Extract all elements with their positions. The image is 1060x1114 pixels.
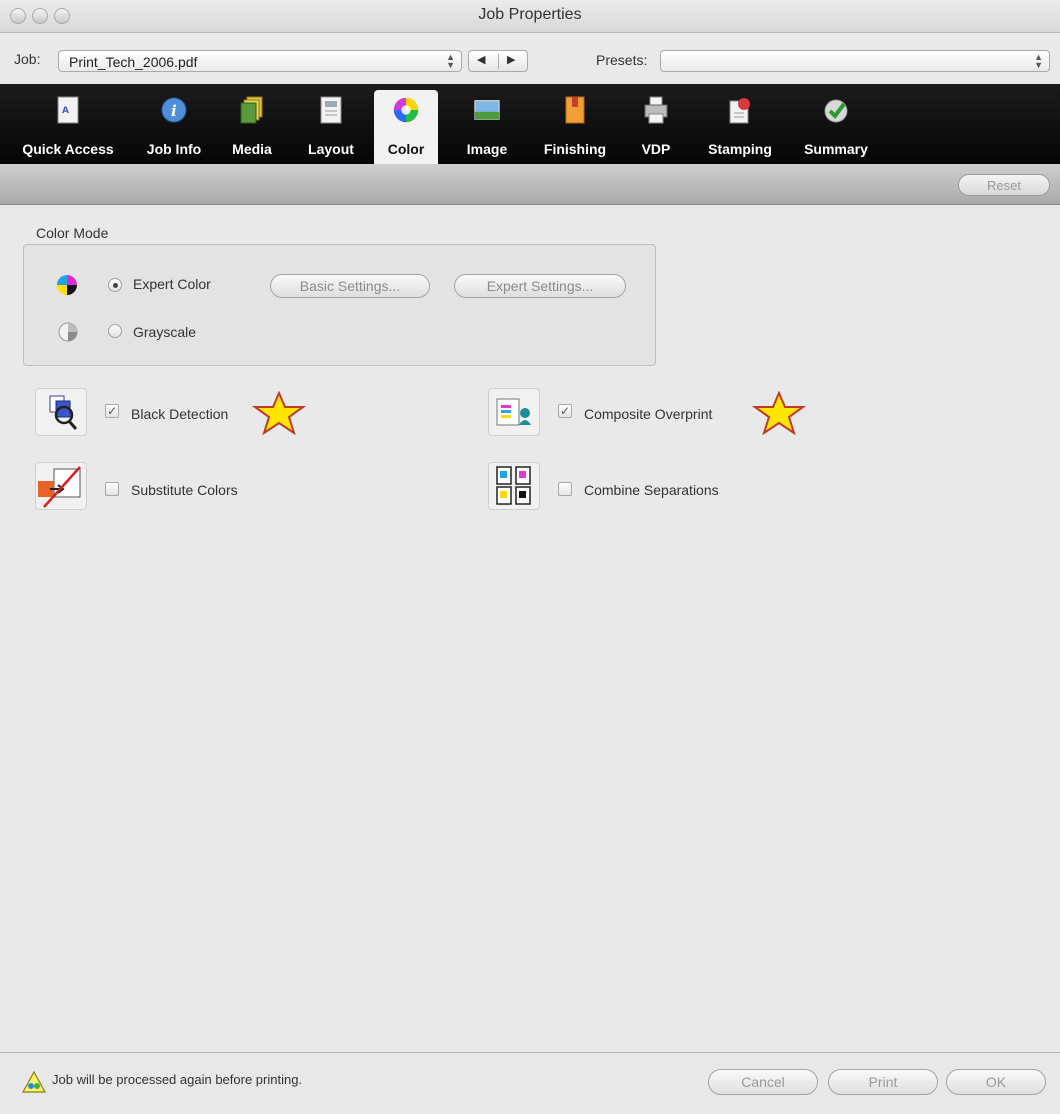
composite-overprint-checkbox[interactable]: ✓ [558,404,572,418]
job-label: Job: [14,51,41,67]
combine-separations-label: Combine Separations [584,482,719,498]
warning-icon [22,1071,46,1093]
composite-overprint-option-icon [488,388,540,436]
tab-label: Quick Access [22,141,114,157]
combine-separations-option-icon [488,462,540,510]
combine-separations-checkbox[interactable] [558,482,572,496]
cancel-button[interactable]: Cancel [708,1069,818,1095]
checkmark-icon [824,99,848,123]
job-navigation: ◀ ▶ [468,50,528,72]
popup-arrows-icon: ▲ ▼ [1034,52,1043,70]
black-detection-option-icon [35,388,87,436]
tab-label: Finishing [543,141,607,157]
tab-label: Job Info [146,141,202,157]
substitute-colors-option-icon [35,462,87,510]
black-detection-icon [49,395,78,430]
tab-label: Media [232,141,272,157]
tab-stamping[interactable]: Stamping [694,84,786,164]
tab-label: Summary [804,141,868,157]
reset-button[interactable]: Reset [958,174,1050,196]
finishing-icon [565,96,585,124]
svg-text:i: i [171,102,177,120]
color-wheel-icon [393,97,419,123]
status-message: Job will be processed again before print… [52,1072,303,1087]
title-bar: Job Properties [0,0,1060,33]
composite-overprint-icon [496,398,531,426]
previous-job-icon[interactable]: ◀ [477,53,485,66]
job-properties-window: Job Properties Job: Print_Tech_2006.pdf … [0,0,1060,1114]
media-icon [240,96,263,124]
info-icon: i [161,97,187,123]
window-title: Job Properties [478,6,582,23]
substitute-colors-checkbox[interactable] [105,482,119,496]
ok-button[interactable]: OK [946,1069,1046,1095]
tab-finishing[interactable]: Finishing [530,84,620,164]
tab-label: Color [387,141,425,157]
tab-quick-access[interactable]: A Quick Access [12,84,124,164]
popup-arrows-icon: ▲ ▼ [446,52,455,70]
grayscale-radio[interactable] [108,324,122,338]
combine-separations-icon [496,466,531,505]
tab-job-info[interactable]: i Job Info [134,84,214,164]
stamping-icon [729,98,750,124]
basic-settings-button[interactable]: Basic Settings... [270,274,430,298]
composite-overprint-label: Composite Overprint [584,406,713,422]
expert-color-icon [57,275,77,295]
tab-color[interactable]: Color [374,90,438,164]
layout-icon [320,96,342,124]
color-mode-title: Color Mode [36,225,109,241]
tab-media[interactable]: Media [224,84,280,164]
tab-label: VDP [641,141,671,157]
black-detection-checkbox[interactable]: ✓ [105,404,119,418]
printer-icon [644,96,668,124]
tab-layout[interactable]: Layout [298,84,364,164]
quick-access-icon: A [57,96,79,124]
substitute-colors-label: Substitute Colors [131,482,238,498]
footer-bar: Job will be processed again before print… [0,1052,1060,1114]
job-popup-value: Print_Tech_2006.pdf [69,54,198,70]
job-popup[interactable]: Print_Tech_2006.pdf ▲ ▼ [58,50,462,72]
expert-color-label: Expert Color [133,276,211,292]
svg-text:A: A [62,106,69,116]
tab-label: Layout [308,141,354,157]
presets-label: Presets: [596,52,648,68]
print-button[interactable]: Print [828,1069,938,1095]
next-job-icon[interactable]: ▶ [507,53,515,66]
color-mode-group [23,244,656,366]
tab-vdp[interactable]: VDP [628,84,684,164]
substitute-colors-icon [38,466,81,508]
star-annotation-icon [752,391,806,435]
star-annotation-icon [252,391,306,435]
presets-popup[interactable]: ▲ ▼ [660,50,1050,72]
tab-label: Image [466,141,508,157]
tab-summary[interactable]: Summary [794,84,878,164]
expert-color-radio[interactable] [108,278,122,292]
image-icon [474,100,500,120]
tab-toolbar: A Quick Access i Job Info Media Layout C… [0,84,1060,164]
reset-bar: Reset [0,164,1060,205]
grayscale-label: Grayscale [133,324,197,340]
grayscale-icon [58,322,78,342]
black-detection-label: Black Detection [131,406,229,422]
tab-label: Stamping [708,141,772,157]
tab-image[interactable]: Image [456,84,518,164]
expert-settings-button[interactable]: Expert Settings... [454,274,626,298]
